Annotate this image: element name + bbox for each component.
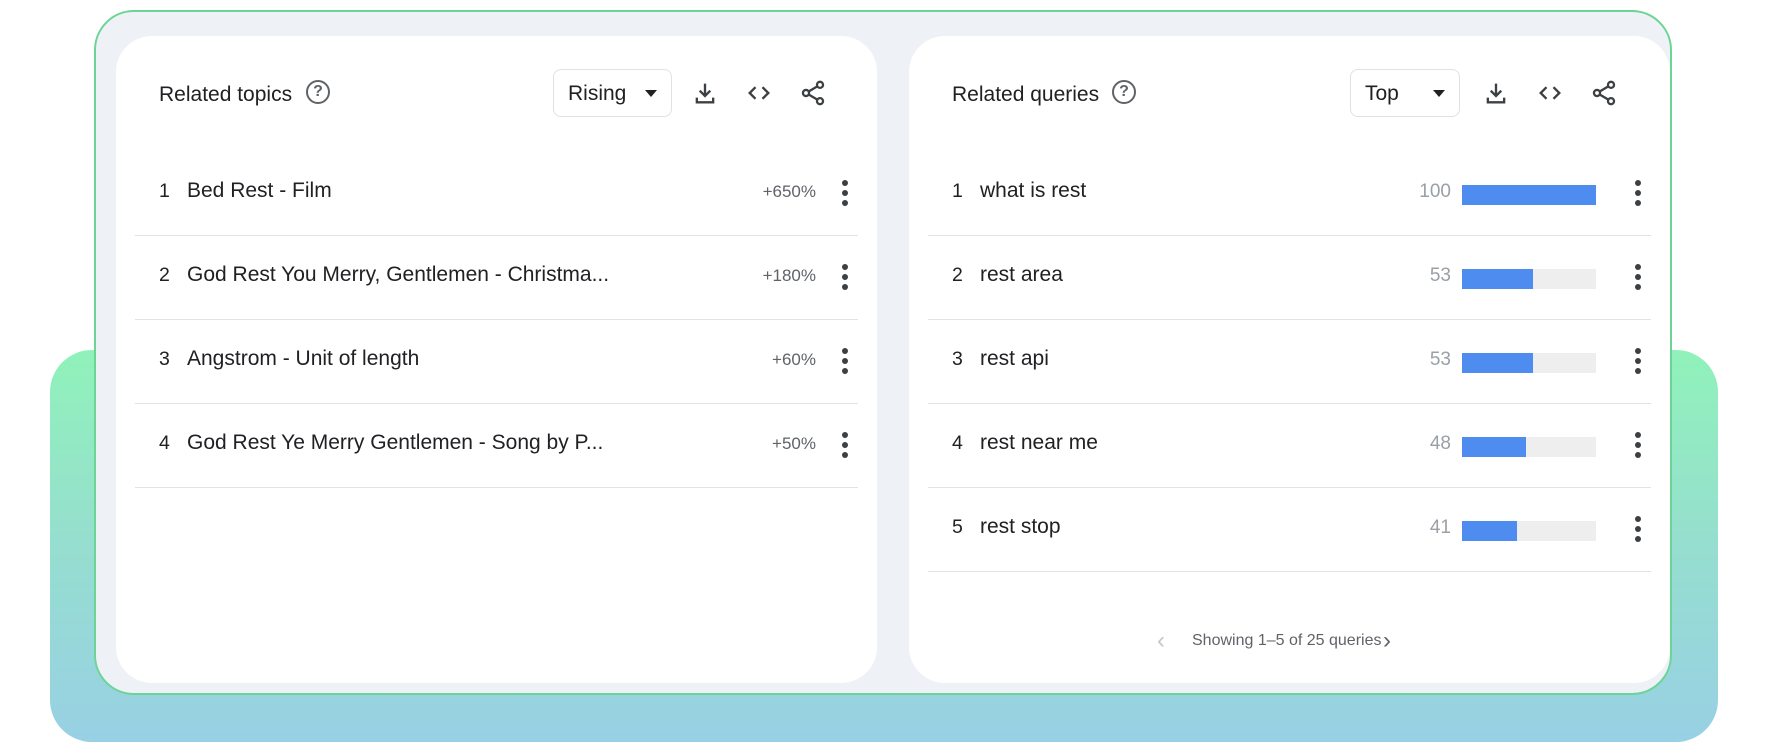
code-embed-icon[interactable] (1536, 79, 1564, 107)
item-label[interactable]: rest api (980, 347, 1049, 371)
download-icon[interactable] (1482, 79, 1510, 107)
item-change-value: +50% (772, 434, 816, 453)
code-embed-icon[interactable] (745, 79, 773, 107)
more-vert-icon[interactable] (1631, 428, 1645, 462)
caret-down-icon (1433, 90, 1445, 97)
item-label[interactable]: God Rest Ye Merry Gentlemen - Song by P.… (187, 431, 603, 455)
more-vert-icon[interactable] (1631, 260, 1645, 294)
score-bar-fill (1462, 269, 1534, 289)
item-change-value: +180% (762, 266, 816, 285)
item-rank: 4 (952, 432, 963, 454)
help-circle-icon[interactable]: ? (306, 80, 330, 104)
item-rank: 2 (952, 264, 963, 286)
share-icon[interactable] (799, 79, 827, 107)
more-vert-icon[interactable] (1631, 344, 1645, 378)
more-vert-icon[interactable] (838, 176, 852, 210)
item-change-value: +60% (772, 350, 816, 369)
list-item: 3 rest api 53 (928, 320, 1651, 404)
related-topics-filter-select[interactable]: Rising (553, 69, 672, 117)
item-label[interactable]: Angstrom - Unit of length (187, 347, 419, 371)
share-icon[interactable] (1590, 79, 1618, 107)
related-queries-list: 1 what is rest 100 2 rest area 53 3 rest… (928, 152, 1651, 572)
item-rank: 1 (159, 180, 170, 202)
score-bar (1462, 437, 1596, 457)
item-label[interactable]: rest area (980, 263, 1063, 287)
filter-selected-value: Rising (568, 82, 627, 105)
list-item: 1 what is rest 100 (928, 152, 1651, 236)
list-item: 1 Bed Rest - Film +650% (135, 152, 858, 236)
list-item: 2 rest area 53 (928, 236, 1651, 320)
caret-down-icon (645, 90, 657, 97)
score-bar-fill (1462, 521, 1517, 541)
item-rank: 1 (952, 180, 963, 202)
related-queries-title: Related queries (952, 83, 1100, 106)
list-item: 4 rest near me 48 (928, 404, 1651, 488)
item-rank: 5 (952, 516, 963, 538)
more-vert-icon[interactable] (838, 260, 852, 294)
list-item: 5 rest stop 41 (928, 488, 1651, 572)
widgets-frame: Related topics ? Rising 1 Bed Rest - Fil… (94, 10, 1672, 695)
help-circle-icon[interactable]: ? (1112, 80, 1136, 104)
item-score: 100 (1419, 181, 1451, 202)
more-vert-icon[interactable] (1631, 512, 1645, 546)
item-score: 53 (1429, 265, 1451, 286)
more-vert-icon[interactable] (838, 428, 852, 462)
pagination: ‹ Showing 1–5 of 25 queries › (909, 626, 1670, 656)
related-queries-card: Related queries ? Top 1 what is rest 100 (909, 36, 1670, 683)
item-rank: 4 (159, 432, 170, 454)
item-label[interactable]: God Rest You Merry, Gentlemen - Christma… (187, 263, 609, 287)
related-topics-header: Related topics ? Rising (116, 69, 877, 121)
download-icon[interactable] (691, 79, 719, 107)
list-item: 3 Angstrom - Unit of length +60% (135, 320, 858, 404)
filter-selected-value: Top (1365, 82, 1399, 105)
score-bar-fill (1462, 185, 1596, 205)
item-rank: 2 (159, 264, 170, 286)
score-bar-fill (1462, 353, 1534, 373)
pagination-text: Showing 1–5 of 25 queries (1192, 632, 1382, 649)
item-label[interactable]: rest near me (980, 431, 1098, 455)
score-bar-fill (1462, 437, 1527, 457)
score-bar (1462, 185, 1596, 205)
chevron-right-icon[interactable]: › (1383, 629, 1391, 653)
item-rank: 3 (159, 348, 170, 370)
related-topics-list: 1 Bed Rest - Film +650% 2 God Rest You M… (135, 152, 858, 488)
related-queries-filter-select[interactable]: Top (1350, 69, 1460, 117)
item-rank: 3 (952, 348, 963, 370)
more-vert-icon[interactable] (1631, 176, 1645, 210)
related-queries-header: Related queries ? Top (909, 69, 1670, 121)
list-item: 2 God Rest You Merry, Gentlemen - Christ… (135, 236, 858, 320)
item-label[interactable]: what is rest (980, 179, 1086, 203)
item-label[interactable]: rest stop (980, 515, 1061, 539)
score-bar (1462, 353, 1596, 373)
score-bar (1462, 269, 1596, 289)
item-change-value: +650% (762, 182, 816, 201)
score-bar (1462, 521, 1596, 541)
related-topics-title: Related topics (159, 83, 293, 106)
related-topics-card: Related topics ? Rising 1 Bed Rest - Fil… (116, 36, 877, 683)
item-score: 41 (1429, 517, 1451, 538)
chevron-left-icon[interactable]: ‹ (1157, 629, 1165, 653)
list-item: 4 God Rest Ye Merry Gentlemen - Song by … (135, 404, 858, 488)
item-score: 53 (1429, 349, 1451, 370)
item-label[interactable]: Bed Rest - Film (187, 179, 332, 203)
more-vert-icon[interactable] (838, 344, 852, 378)
item-score: 48 (1429, 433, 1451, 454)
